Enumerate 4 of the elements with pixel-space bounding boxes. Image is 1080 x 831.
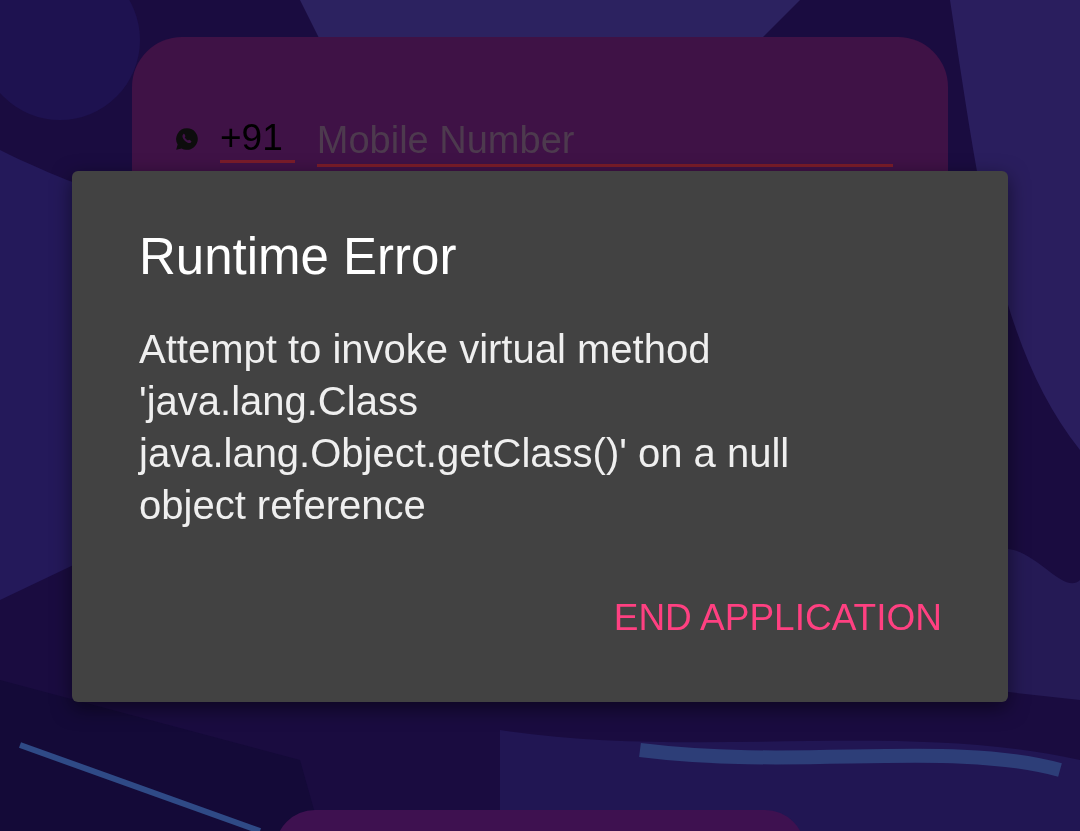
chat-bubble-icon — [174, 126, 200, 152]
end-application-button[interactable]: END APPLICATION — [613, 591, 942, 645]
error-message: Attempt to invoke virtual method 'java.lang.Class java.lang.Object.getClass()' on a null object reference — [139, 326, 791, 529]
dialog-title: Runtime Error — [139, 231, 458, 283]
